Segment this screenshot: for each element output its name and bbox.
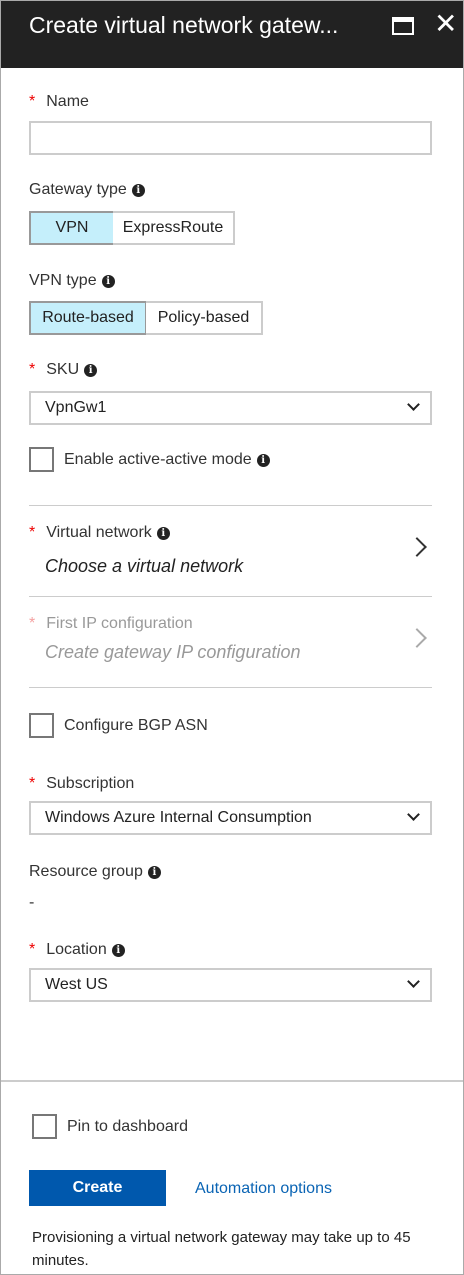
- vpn-type-label: VPN type i: [29, 272, 115, 290]
- info-icon[interactable]: i: [131, 183, 145, 197]
- name-label-text: Name: [46, 93, 89, 110]
- blade-header: Create virtual network gatew... ✕: [0, 0, 464, 68]
- info-icon[interactable]: i: [156, 526, 170, 540]
- info-icon[interactable]: i: [101, 274, 115, 288]
- info-icon[interactable]: i: [256, 453, 270, 467]
- gateway-type-expressroute[interactable]: ExpressRoute: [113, 211, 235, 245]
- chevron-down-icon: [407, 398, 420, 411]
- info-icon[interactable]: i: [147, 865, 161, 879]
- maximize-icon[interactable]: [392, 17, 414, 35]
- gateway-type-label: Gateway type i: [29, 181, 145, 199]
- chevron-down-icon: [407, 975, 420, 988]
- subscription-label: * Subscription: [29, 775, 134, 793]
- name-input[interactable]: [29, 121, 432, 155]
- vpn-type-label-text: VPN type: [29, 272, 97, 289]
- sku-label-text: SKU: [46, 361, 80, 378]
- footer-divider: [0, 1080, 464, 1082]
- gateway-type-vpn[interactable]: VPN: [29, 211, 115, 245]
- resource-group-label: Resource group i: [29, 863, 161, 881]
- subscription-select[interactable]: Windows Azure Internal Consumption: [29, 801, 432, 835]
- vpn-type-policy-based[interactable]: Policy-based: [146, 301, 263, 335]
- sku-value: VpnGw1: [45, 399, 107, 416]
- subscription-label-text: Subscription: [46, 775, 135, 792]
- virtual-network-picker[interactable]: * Virtual network i Choose a virtual netwo…: [0, 506, 464, 596]
- location-value: West US: [45, 976, 108, 993]
- pin-to-dashboard-checkbox[interactable]: [32, 1114, 57, 1139]
- required-marker: *: [29, 361, 36, 378]
- divider: [29, 687, 432, 688]
- sku-select[interactable]: VpnGw1: [29, 391, 432, 425]
- active-active-label: Enable active-active mode i: [64, 451, 270, 469]
- gateway-type-label-text: Gateway type: [29, 181, 127, 198]
- virtual-network-value: Choose a virtual network: [45, 556, 244, 576]
- pin-to-dashboard-label: Pin to dashboard: [67, 1118, 188, 1135]
- required-marker: *: [29, 775, 36, 792]
- chevron-right-icon: [407, 628, 427, 648]
- required-marker: *: [29, 941, 36, 958]
- first-ip-configuration-picker: * First IP configuration Create gateway I…: [0, 597, 464, 687]
- location-label-text: Location: [46, 941, 107, 958]
- chevron-right-icon: [407, 537, 427, 557]
- close-icon[interactable]: ✕: [434, 8, 457, 40]
- bgp-label: Configure BGP ASN: [64, 717, 208, 734]
- vpn-type-route-based[interactable]: Route-based: [29, 301, 147, 335]
- info-icon[interactable]: i: [111, 943, 125, 957]
- location-label: * Location i: [29, 941, 125, 959]
- provisioning-note: Provisioning a virtual network gateway m…: [32, 1229, 411, 1269]
- subscription-value: Windows Azure Internal Consumption: [45, 809, 312, 826]
- name-label: * Name: [29, 93, 89, 111]
- required-marker: *: [29, 93, 36, 110]
- blade-title: Create virtual network gatew...: [29, 12, 339, 38]
- location-select[interactable]: West US: [29, 968, 432, 1002]
- active-active-label-text: Enable active-active mode: [64, 451, 252, 468]
- first-ip-label: * First IP configuration: [29, 615, 193, 633]
- create-button[interactable]: Create: [29, 1170, 166, 1206]
- automation-options-link[interactable]: Automation options: [195, 1180, 332, 1198]
- info-icon[interactable]: i: [84, 363, 98, 377]
- active-active-checkbox[interactable]: [29, 447, 54, 472]
- required-marker: *: [29, 524, 36, 541]
- bgp-checkbox[interactable]: [29, 713, 54, 738]
- resource-group-value: -: [29, 894, 35, 911]
- virtual-network-label-text: Virtual network: [46, 524, 152, 541]
- first-ip-value: Create gateway IP configuration: [45, 642, 301, 662]
- virtual-network-label: * Virtual network i: [29, 524, 170, 542]
- required-marker: *: [29, 615, 36, 632]
- chevron-down-icon: [407, 808, 420, 821]
- resource-group-label-text: Resource group: [29, 863, 143, 880]
- sku-label: * SKU i: [29, 361, 98, 379]
- first-ip-label-text: First IP configuration: [46, 615, 193, 632]
